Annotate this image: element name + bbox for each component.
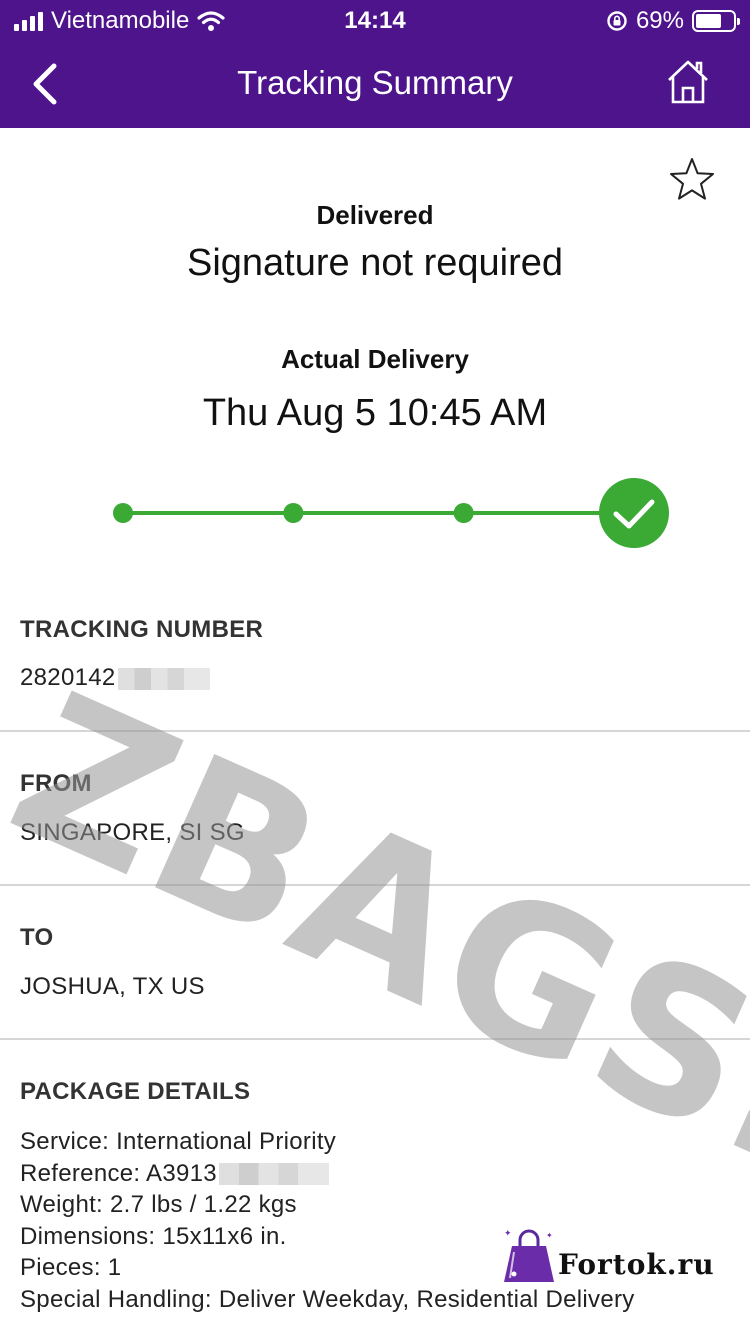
battery-fill [696, 14, 721, 28]
delivery-status: Delivered [316, 200, 434, 230]
status-bar: Vietnamobile 14:14 69% [0, 0, 750, 40]
redacted-block [218, 1163, 329, 1186]
to-value: JOSHUA, TX US [20, 973, 205, 1000]
reference-text: Reference: A3913 [20, 1159, 217, 1187]
progress-tracker [113, 478, 669, 548]
to-heading: TO [20, 924, 54, 951]
svg-text:✦: ✦ [546, 1231, 553, 1240]
svg-text:✦: ✦ [504, 1228, 512, 1238]
progress-step [453, 503, 474, 523]
battery-icon [692, 10, 740, 32]
home-icon[interactable] [666, 58, 710, 106]
service-line: Service: International Priority [20, 1128, 337, 1155]
reference-line: Reference: A3913 [20, 1158, 635, 1190]
page-title: Tracking Summary [237, 64, 513, 101]
actual-delivery-date: Thu Aug 5 10:45 AM [202, 392, 548, 434]
signature-status: Signature not required [186, 242, 564, 284]
nav-bar: Tracking Summary [0, 40, 750, 128]
package-details-heading: PACKAGE DETAILS [20, 1078, 251, 1105]
battery-percent: 69% [635, 7, 684, 34]
weight-line: Weight: 2.7 lbs / 1.22 kgs [20, 1191, 297, 1218]
progress-step-final [599, 478, 669, 548]
special-handling-line: Special Handling: Deliver Weekday, Resid… [20, 1285, 635, 1313]
actual-delivery-label: Actual Delivery [281, 344, 469, 374]
progress-step [283, 503, 304, 523]
tracking-number-heading: TRACKING NUMBER [20, 616, 264, 643]
shopping-bag-logo-icon: ✦ ✦ [504, 1228, 554, 1282]
progress-step [113, 503, 133, 523]
rotation-lock-icon [607, 11, 627, 31]
favorite-star-icon[interactable] [668, 156, 716, 202]
logo-text: Fortok.ru [558, 1248, 715, 1281]
status-right: 69% [606, 7, 740, 35]
